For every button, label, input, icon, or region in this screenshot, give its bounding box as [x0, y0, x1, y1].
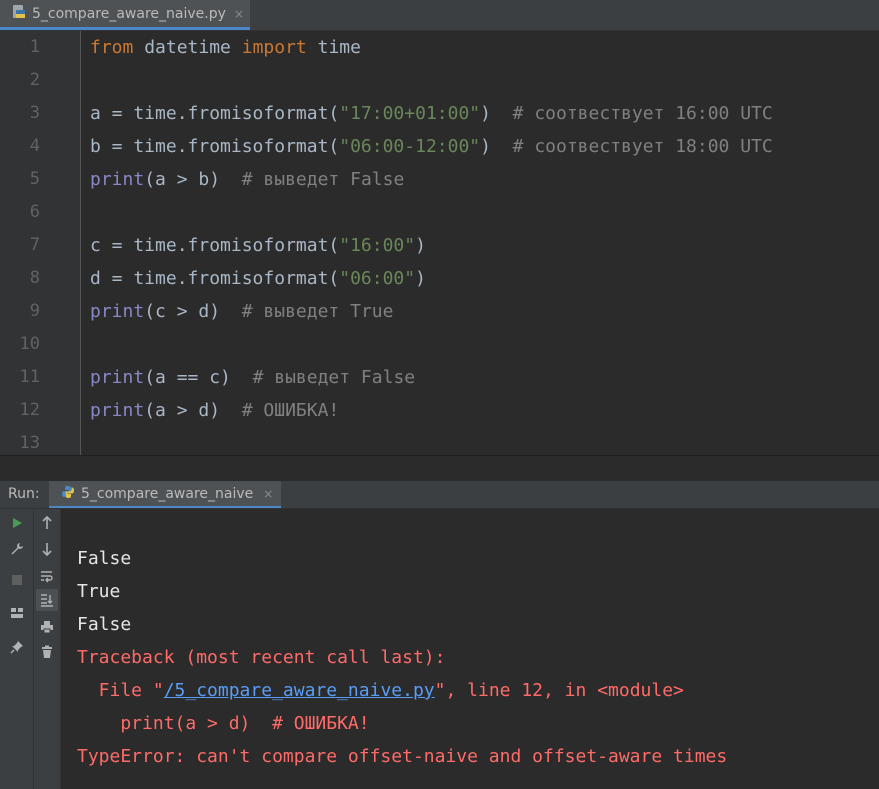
code-token: print: [90, 301, 145, 322]
code-token: a = time.fromisoformat(: [90, 103, 340, 124]
code-token: b = time.fromisoformat(: [90, 136, 340, 157]
line-number: 2: [29, 70, 40, 90]
close-icon[interactable]: ×: [234, 7, 244, 21]
line-number: 11: [19, 367, 40, 387]
soft-wrap-icon[interactable]: [36, 565, 58, 587]
traceback-file-line: File "/5_compare_aware_naive.py", line 1…: [77, 674, 684, 707]
editor-tab-bar: 5_compare_aware_naive.py ×: [0, 0, 879, 31]
print-icon[interactable]: [36, 616, 58, 638]
panel-splitter[interactable]: [0, 455, 879, 482]
code-token: # выведет True: [241, 301, 394, 322]
code-token: time: [306, 37, 361, 58]
code-token: d = time.fromisoformat(: [90, 268, 340, 289]
code-token: "06:00": [339, 268, 416, 289]
line-number: 1: [29, 37, 40, 57]
code-token: ): [480, 103, 513, 124]
run-config-name: 5_compare_aware_naive: [81, 485, 254, 502]
code-line: a = time.fromisoformat("17:00+01:00") # …: [90, 97, 773, 130]
code-line: print(c > d) # выведет True: [90, 295, 393, 328]
code-token: from: [90, 37, 134, 58]
code-token: print: [90, 169, 145, 190]
line-number: 12: [19, 400, 40, 420]
pin-icon[interactable]: [6, 636, 28, 658]
code-token: # выведет False: [252, 367, 416, 388]
code-token: # ОШИБКА!: [241, 400, 340, 421]
code-token: import: [241, 37, 307, 58]
editor-tab[interactable]: 5_compare_aware_naive.py ×: [0, 0, 250, 30]
traceback-code-line: print(a > d) # ОШИБКА!: [77, 713, 370, 734]
output-line: False: [77, 548, 132, 569]
code-editor[interactable]: 1 from datetime import time 2 3 a = time.fro…: [0, 31, 879, 455]
run-toolbar-left: [0, 509, 34, 789]
code-token: c = time.fromisoformat(: [90, 235, 340, 256]
code-line: c = time.fromisoformat("16:00"): [90, 229, 426, 262]
line-number: 6: [29, 202, 40, 222]
trash-icon[interactable]: [36, 641, 58, 663]
error-message: TypeError: can't compare offset-naive an…: [77, 746, 728, 767]
run-icon[interactable]: [6, 512, 28, 534]
output-line: False: [77, 614, 132, 635]
code-token: # соотвествует 18:00 UTC: [512, 136, 773, 157]
traceback-header: Traceback (most recent call last):: [77, 647, 446, 668]
wrench-icon[interactable]: [6, 538, 28, 560]
line-number: 10: [19, 334, 40, 354]
code-line: print(a == c) # выведет False: [90, 361, 415, 394]
code-token: "16:00": [339, 235, 416, 256]
code-line: from datetime import time: [90, 31, 361, 64]
scroll-to-end-icon[interactable]: [36, 589, 58, 611]
code-line: print(a > d) # ОШИБКА!: [90, 394, 339, 427]
file-prefix: File ": [77, 680, 164, 701]
run-config-tab[interactable]: 5_compare_aware_naive ×: [49, 481, 281, 508]
line-number: 8: [29, 268, 40, 288]
line-number: 7: [29, 235, 40, 255]
editor-tab-filename: 5_compare_aware_naive.py: [32, 5, 226, 22]
code-token: datetime: [133, 37, 242, 58]
close-icon[interactable]: ×: [263, 487, 273, 501]
code-line: b = time.fromisoformat("06:00-12:00") # …: [90, 130, 773, 163]
code-token: "06:00-12:00": [339, 136, 481, 157]
code-token: # соотвествует 16:00 UTC: [512, 103, 773, 124]
python-icon: [61, 484, 75, 503]
line-number: 9: [29, 301, 40, 321]
line-number: 4: [29, 136, 40, 156]
run-label: Run:: [8, 486, 40, 502]
python-file-icon: [12, 4, 26, 24]
file-link[interactable]: /5_compare_aware_naive.py: [164, 680, 435, 701]
layout-icon[interactable]: [6, 602, 28, 624]
code-line: d = time.fromisoformat("06:00"): [90, 262, 426, 295]
code-token: (a > b): [144, 169, 242, 190]
stop-icon[interactable]: [6, 569, 28, 591]
code-token: ): [480, 136, 513, 157]
code-token: (a == c): [144, 367, 253, 388]
code-token: (c > d): [144, 301, 242, 322]
code-token: "17:00+01:00": [339, 103, 481, 124]
console-output[interactable]: False True False Traceback (most recent …: [61, 509, 879, 789]
up-arrow-icon[interactable]: [36, 512, 58, 534]
line-number: 5: [29, 169, 40, 189]
output-line: True: [77, 581, 121, 602]
run-panel-header: Run: 5_compare_aware_naive ×: [0, 481, 879, 509]
down-arrow-icon[interactable]: [36, 538, 58, 560]
code-token: ): [415, 268, 426, 289]
code-token: # выведет False: [241, 169, 405, 190]
file-suffix: ", line 12, in <module>: [434, 680, 684, 701]
line-number: 3: [29, 103, 40, 123]
code-token: print: [90, 400, 145, 421]
code-line: print(a > b) # выведет False: [90, 163, 404, 196]
code-token: ): [415, 235, 426, 256]
run-toolbar-right: [34, 509, 61, 789]
code-token: (a > d): [144, 400, 242, 421]
code-token: print: [90, 367, 145, 388]
